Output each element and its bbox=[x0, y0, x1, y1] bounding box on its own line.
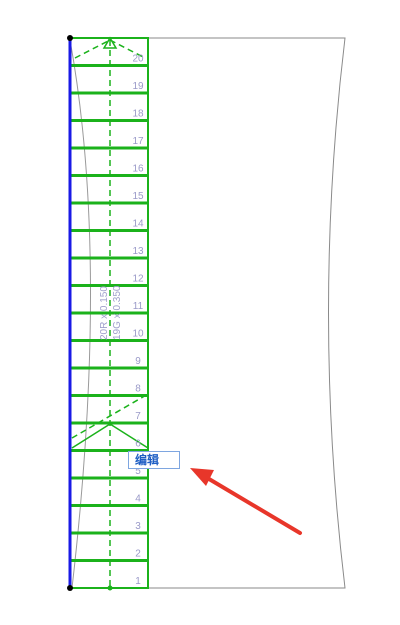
step-number: 7 bbox=[135, 411, 141, 422]
step-number: 8 bbox=[135, 384, 141, 395]
step-number: 18 bbox=[132, 109, 144, 120]
step-number: 3 bbox=[135, 521, 141, 532]
tread-dimension-label: 19G x 0.350 bbox=[112, 285, 123, 340]
step-number: 20 bbox=[132, 54, 144, 65]
step-number: 10 bbox=[132, 329, 144, 340]
step-number: 15 bbox=[132, 191, 144, 202]
step-number: 17 bbox=[132, 136, 144, 147]
black-dot-icon[interactable] bbox=[67, 585, 73, 591]
edit-button[interactable]: 编辑 bbox=[128, 451, 180, 469]
step-number: 4 bbox=[135, 494, 141, 505]
step-number: 14 bbox=[132, 219, 144, 230]
step-number: 19 bbox=[132, 81, 144, 92]
riser-dimension-label: 20R x 0.150 bbox=[99, 286, 110, 340]
red-arrow-icon bbox=[190, 468, 302, 535]
black-dot-icon[interactable] bbox=[67, 35, 73, 41]
step-number: 12 bbox=[132, 274, 144, 285]
step-number: 1 bbox=[135, 576, 141, 587]
step-number: 13 bbox=[132, 246, 144, 257]
step-number: 11 bbox=[133, 301, 144, 312]
floor-boundary-outline bbox=[148, 37, 346, 589]
step-number: 2 bbox=[135, 549, 141, 560]
step-number: 16 bbox=[132, 164, 144, 175]
stair-plan-canvas[interactable]: 1234567891011121314151617181920 20R x 0.… bbox=[0, 0, 400, 625]
stair-start-dot-icon[interactable] bbox=[107, 585, 113, 591]
step-number: 9 bbox=[135, 356, 141, 367]
step-number: 6 bbox=[135, 439, 141, 450]
